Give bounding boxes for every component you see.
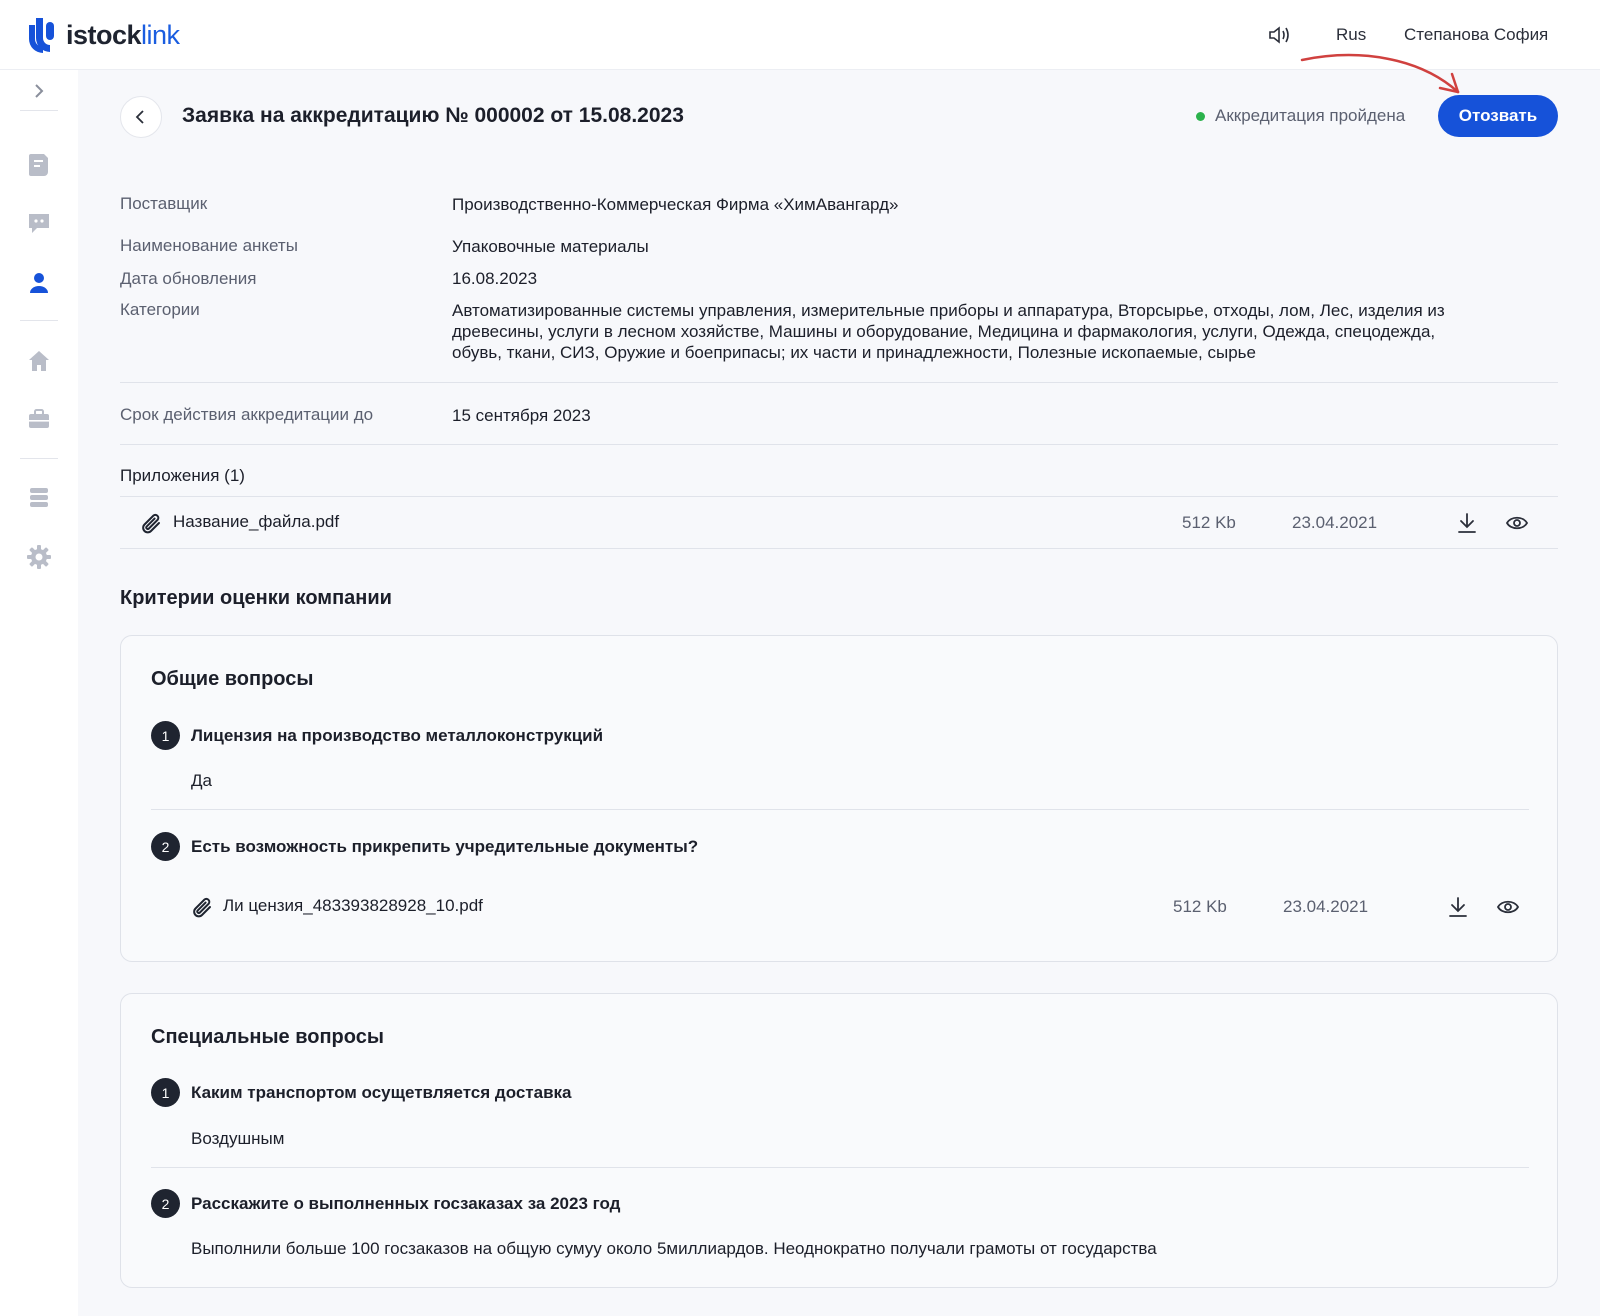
- question-number: 2: [151, 832, 180, 861]
- page-title: Заявка на аккредитацию № 000002 от 15.08…: [182, 104, 684, 127]
- paperclip-icon: [142, 513, 160, 534]
- language-selector[interactable]: Rus: [1336, 25, 1366, 45]
- question-text: Лицензия на производство металлоконструк…: [191, 726, 604, 745]
- categories-label: Категории: [120, 300, 200, 319]
- question-text: Расскажите о выполненных госзаказах за 2…: [191, 1194, 621, 1213]
- answer-file-link[interactable]: Ли цензия_483393828928_10.pdf: [223, 894, 673, 918]
- file-date: 23.04.2021: [1292, 513, 1378, 532]
- sidebar: [0, 70, 78, 1316]
- sidebar-divider: [20, 458, 58, 459]
- logo[interactable]: istocklink: [26, 16, 180, 54]
- question-number: 1: [151, 1078, 180, 1107]
- validity-label: Срок действия аккредитации до: [120, 405, 374, 424]
- divider: [120, 382, 1558, 383]
- sidebar-divider: [20, 110, 58, 111]
- home-icon[interactable]: [26, 348, 52, 374]
- attachments-title: Приложения (1): [120, 466, 245, 485]
- status-badge: Аккредитация пройдена: [1196, 106, 1405, 126]
- speaker-icon[interactable]: [1266, 22, 1292, 48]
- form-name-label: Наименование анкеты: [120, 236, 298, 255]
- updated-value: 16.08.2023: [452, 269, 538, 288]
- annotation-arrow-icon: [1300, 53, 1460, 94]
- chevron-left-icon: [135, 110, 144, 124]
- file-size: 512 Kb: [1182, 513, 1236, 532]
- divider: [120, 548, 1558, 549]
- logo-icon: [29, 18, 54, 53]
- updated-label: Дата обновления: [120, 269, 257, 288]
- question-answer: Воздушным: [191, 1129, 285, 1148]
- briefcase-icon[interactable]: [26, 406, 52, 432]
- question-number: 1: [151, 721, 180, 750]
- logo-text-accent: link: [141, 19, 180, 50]
- special-questions-card: Специальные вопросы 1 Каким транспортом …: [120, 993, 1558, 1288]
- question-divider: [151, 1167, 1529, 1168]
- list-icon[interactable]: [26, 484, 52, 510]
- file-date: 23.04.2021: [1283, 897, 1369, 916]
- divider: [120, 444, 1558, 445]
- categories-value: Автоматизированные системы управления, и…: [452, 300, 1445, 363]
- question-number: 2: [151, 1189, 180, 1218]
- question-answer: Выполнили больше 100 госзаказов на общую…: [191, 1239, 1157, 1258]
- question-divider: [151, 809, 1529, 810]
- document-icon[interactable]: [26, 152, 52, 178]
- card-title: Специальные вопросы: [151, 1026, 384, 1048]
- download-icon[interactable]: [1455, 511, 1479, 535]
- question-text: Есть возможность прикрепить учредительны…: [191, 837, 699, 856]
- attachment-file-link[interactable]: Название_файла.pdf: [173, 510, 573, 534]
- chevron-right-icon[interactable]: [28, 80, 50, 102]
- form-name-value: Упаковочные материалы: [452, 237, 649, 256]
- categories-line: обувь, ткани, СИЗ, Оружие и боеприпасы; …: [452, 343, 1256, 362]
- general-questions-card: Общие вопросы 1 Лицензия на производство…: [120, 635, 1558, 962]
- status-dot: [1196, 111, 1205, 121]
- question-text: Каким транспортом осущетвляется доставка: [191, 1083, 572, 1102]
- chat-icon[interactable]: [26, 210, 52, 236]
- file-size: 512 Kb: [1173, 897, 1227, 916]
- criteria-title: Критерии оценки компании: [120, 587, 392, 609]
- eye-icon[interactable]: [1505, 511, 1529, 535]
- paperclip-icon: [193, 897, 211, 918]
- user-icon[interactable]: [26, 270, 52, 296]
- user-menu[interactable]: Степанова София: [1404, 25, 1548, 45]
- gear-icon[interactable]: [26, 544, 52, 570]
- logo-text: istocklink: [66, 19, 180, 50]
- sidebar-divider: [20, 320, 58, 321]
- eye-icon[interactable]: [1496, 895, 1520, 919]
- question-answer: Да: [191, 771, 212, 790]
- divider: [120, 496, 1558, 497]
- card-title: Общие вопросы: [151, 668, 314, 690]
- categories-line: древесины, услуги в лесном хозяйстве, Ма…: [452, 322, 1436, 341]
- status-text: Аккредитация пройдена: [1215, 106, 1406, 125]
- file-name: Ли цензия_483393828928_10.pdf: [223, 896, 483, 915]
- supplier-label: Поставщик: [120, 194, 208, 213]
- categories-line: Автоматизированные системы управления, и…: [452, 301, 1445, 320]
- back-button[interactable]: [120, 96, 162, 138]
- validity-value: 15 сентября 2023: [452, 406, 591, 425]
- supplier-value: Производственно-Коммерческая Фирма «ХимА…: [452, 195, 899, 214]
- file-name: Название_файла.pdf: [173, 512, 340, 531]
- download-icon[interactable]: [1446, 895, 1470, 919]
